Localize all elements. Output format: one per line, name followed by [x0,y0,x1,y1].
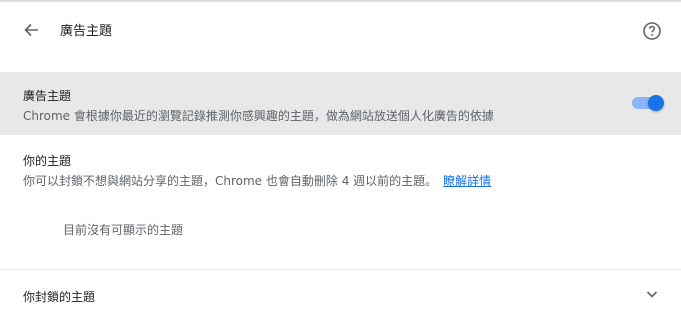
your-topics-description: 你可以封鎖不想與網站分享的主題，Chrome 也會自動刪除 4 週以前的主題。瞭… [23,172,491,189]
switch-knob [648,95,664,111]
arrow-back-icon [24,23,38,37]
ad-topics-description: Chrome 會根據你最近的瀏覽記錄推測你感興趣的主題，做為網站放送個人化廣告的… [23,109,494,123]
blocked-topics-label: 你封鎖的主題 [23,290,96,304]
ad-topics-toggle-row[interactable]: 廣告主題 Chrome 會根據你最近的瀏覽記錄推測你感興趣的主題，做為網站放送個… [0,72,681,135]
page-header: 廣告主題 [0,3,681,53]
help-button[interactable] [641,20,663,42]
ad-topics-title: 廣告主題 [23,89,72,103]
ad-topics-switch[interactable] [630,95,664,111]
learn-more-link[interactable]: 瞭解詳情 [443,174,491,188]
your-topics-description-text: 你可以封鎖不想與網站分享的主題，Chrome 也會自動刪除 4 週以前的主題。 [23,174,438,188]
blocked-topics-row[interactable]: 你封鎖的主題 [0,270,681,315]
chevron-down-icon [646,291,658,298]
back-button[interactable] [19,18,43,42]
help-circle-icon [643,22,661,40]
empty-topics-message: 目前沒有可顯示的主題 [63,223,184,237]
your-topics-title: 你的主題 [23,154,72,168]
page-title: 廣告主題 [60,24,113,39]
